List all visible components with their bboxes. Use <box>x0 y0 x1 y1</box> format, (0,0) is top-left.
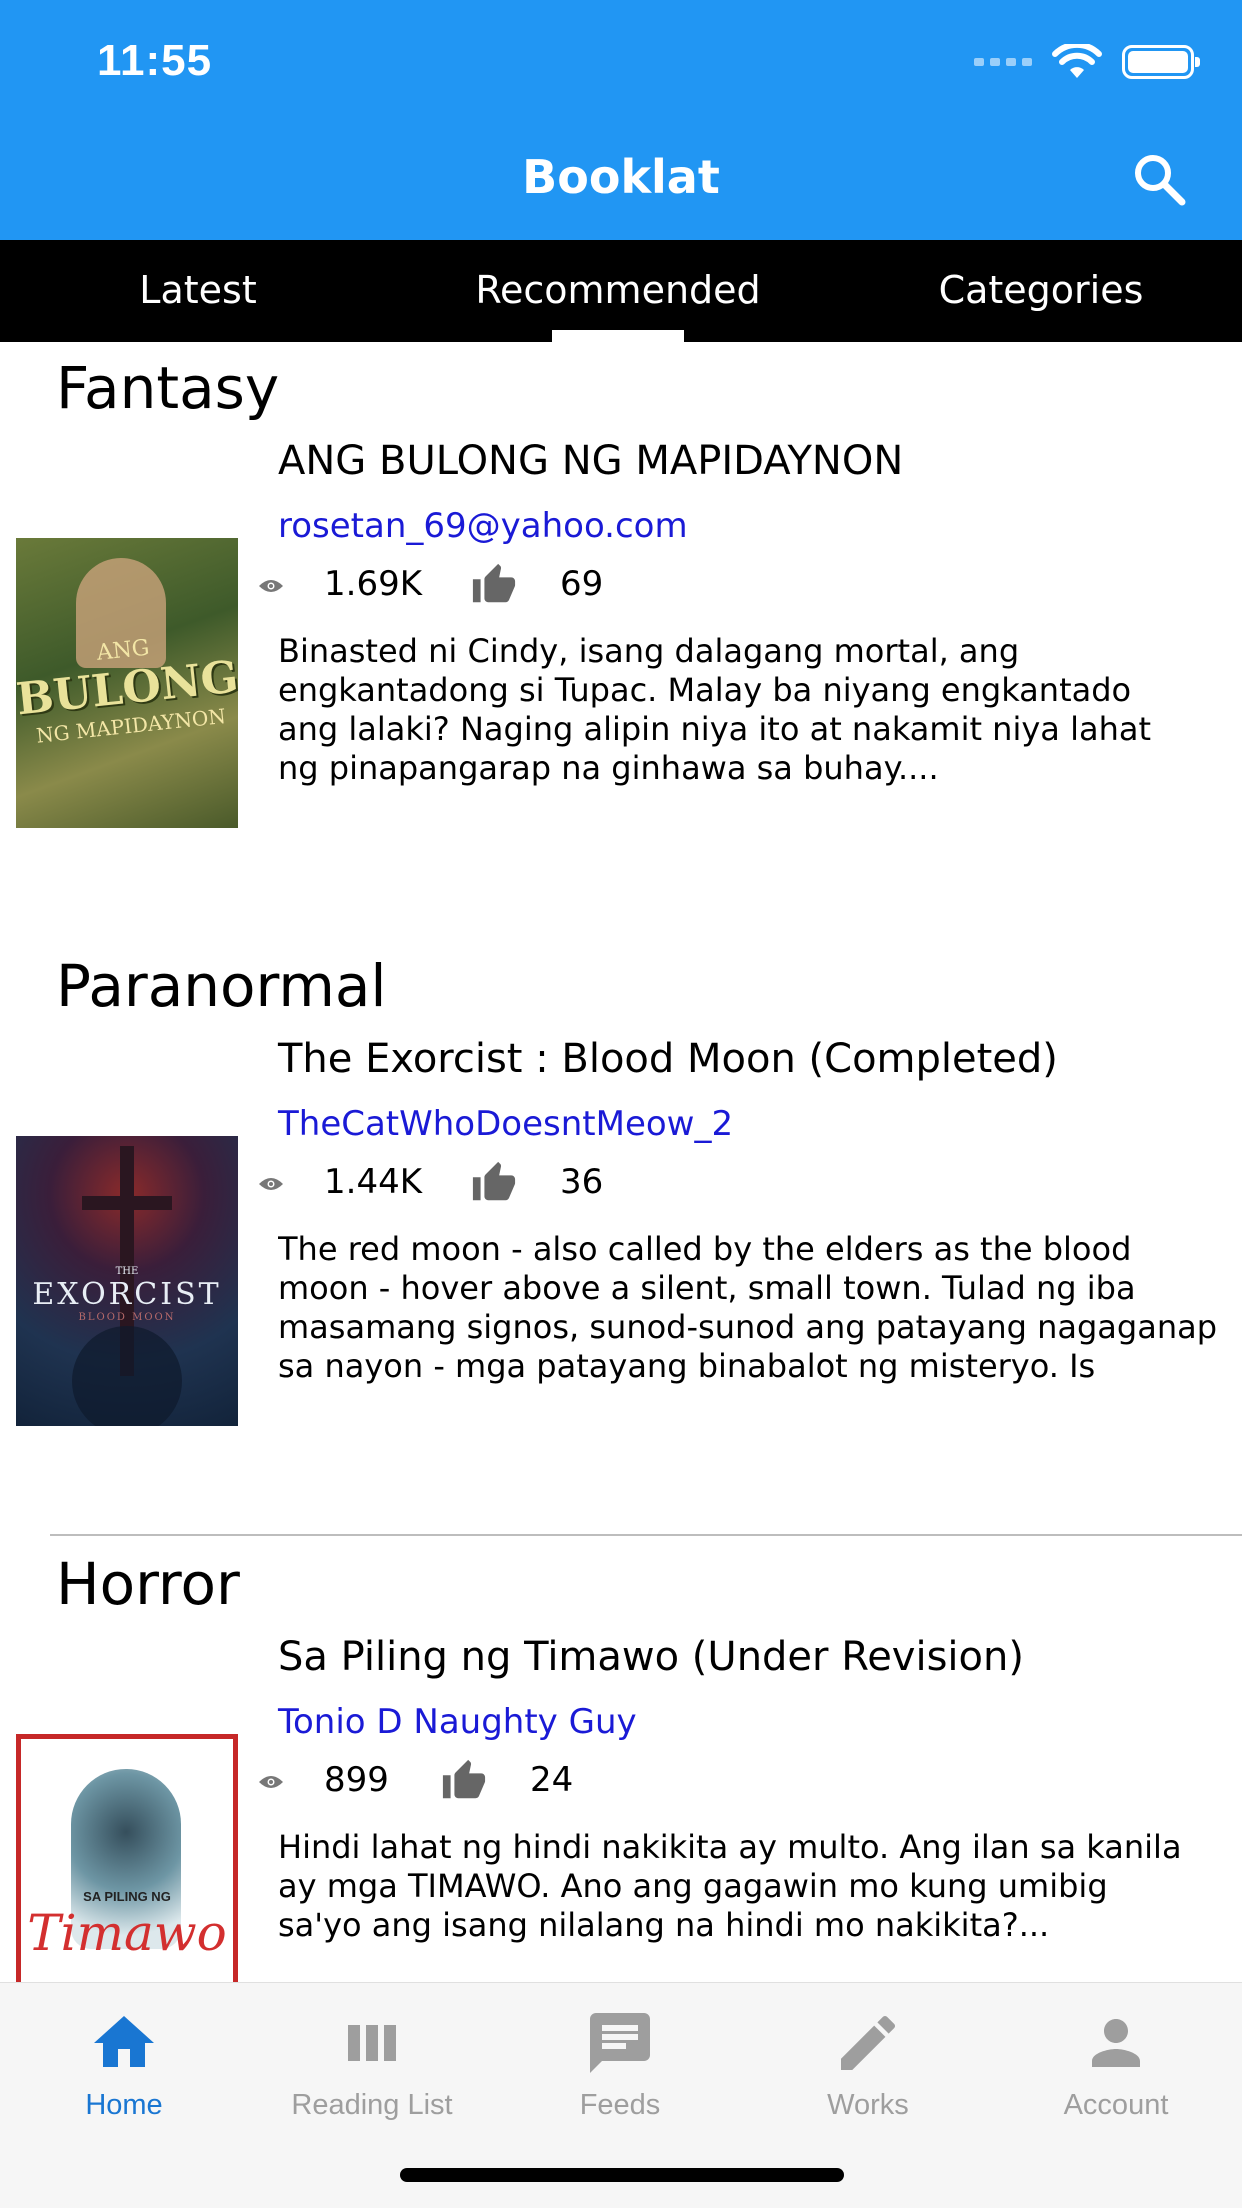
description-line: sa'yo ang isang nilalang na hindi mo nak… <box>278 1906 1050 1944</box>
nav-label: Account <box>1063 2089 1169 2121</box>
tab-categories[interactable]: Categories <box>840 240 1242 342</box>
view-count: 899 <box>324 1760 389 1800</box>
eye-icon <box>259 1178 283 1190</box>
description-line: sa nayon - mga patayang binabalot ng mis… <box>278 1347 1096 1385</box>
nav-account[interactable]: Account <box>992 2007 1240 2122</box>
description-line: ng pinapangarap na ginhawa sa buhay.... <box>278 749 939 787</box>
thumbs-up-icon <box>472 563 516 603</box>
reading-list-icon <box>348 2025 396 2061</box>
home-icon <box>94 2016 154 2067</box>
section-divider <box>50 1534 1242 1536</box>
description-line: The red moon - also called by the elders… <box>278 1230 1132 1268</box>
wifi-icon <box>1052 44 1102 78</box>
recommended-list[interactable]: Fantasy ANG BULONG NG MAPIDAYNON rosetan… <box>0 342 1242 1982</box>
book-stats: 899 24 <box>258 1756 658 1806</box>
account-icon <box>1092 2019 1140 2067</box>
description-line: Hindi lahat ng hindi nakikita ay multo. … <box>278 1828 1182 1866</box>
nav-works[interactable]: Works <box>744 2007 992 2122</box>
book-title[interactable]: ANG BULONG NG MAPIDAYNON <box>278 438 903 484</box>
description-line: ang lalaki? Naging alipin niya ito at na… <box>278 710 1151 748</box>
tab-recommended[interactable]: Recommended <box>396 240 840 342</box>
description-line: masamang signos, sunod-sunod ang patayan… <box>278 1308 1218 1346</box>
book-cover[interactable]: THE EXORCIST BLOOD MOON <box>16 1136 238 1426</box>
view-count: 1.44K <box>324 1162 422 1202</box>
nav-feeds[interactable]: Feeds <box>496 2007 744 2122</box>
thumbs-up-icon <box>472 1161 516 1201</box>
app-bar: 11:55 Booklat <box>0 0 1242 240</box>
cover-text: THE <box>115 1266 139 1277</box>
category-title: Paranormal <box>56 952 387 1020</box>
app-title: Booklat <box>522 150 720 204</box>
battery-icon <box>1122 45 1200 79</box>
eye-icon <box>259 580 283 592</box>
signal-icon <box>974 58 1032 66</box>
book-stats: 1.69K 69 <box>258 560 658 610</box>
tab-indicator <box>552 330 684 342</box>
feeds-icon <box>590 2013 650 2073</box>
tab-bar: Latest Recommended Categories <box>0 240 1242 342</box>
search-button[interactable] <box>1130 150 1190 210</box>
book-author[interactable]: TheCatWhoDoesntMeow_2 <box>278 1104 733 1144</box>
nav-home[interactable]: Home <box>0 2007 248 2122</box>
book-author[interactable]: rosetan_69@yahoo.com <box>278 506 688 546</box>
description-line: Binasted ni Cindy, isang dalagang mortal… <box>278 632 1020 670</box>
nav-reading-list[interactable]: Reading List <box>248 2007 496 2122</box>
home-indicator <box>400 2168 844 2182</box>
like-count: 36 <box>560 1162 604 1202</box>
nav-label: Reading List <box>291 2089 453 2121</box>
book-cover[interactable]: ANG BULONG NG MAPIDAYNON <box>16 538 238 828</box>
book-description: Binasted ni Cindy, isang dalagang mortal… <box>278 632 1242 788</box>
category-section-paranormal: Paranormal The Exorcist : Blood Moon (Co… <box>0 940 1242 1500</box>
book-stats: 1.44K 36 <box>258 1158 658 1208</box>
book-description: The red moon - also called by the elders… <box>278 1230 1242 1386</box>
cover-text: EXORCIST <box>32 1277 222 1312</box>
thumbs-up-icon <box>442 1759 486 1799</box>
like-count: 24 <box>530 1760 574 1800</box>
cover-text: Timawo <box>27 1904 227 1962</box>
eye-icon <box>259 1776 283 1788</box>
book-cover[interactable]: SA PILING NG Timawo <box>16 1734 238 1982</box>
category-title: Horror <box>56 1550 240 1618</box>
nav-label: Home <box>85 2089 163 2121</box>
cover-text: BLOOD MOON <box>78 1312 176 1323</box>
book-author[interactable]: Tonio D Naughty Guy <box>278 1702 637 1742</box>
status-icons <box>974 44 1200 80</box>
description-line: ay mga TIMAWO. Ano ang gagawin mo kung u… <box>278 1867 1108 1905</box>
like-count: 69 <box>560 564 604 604</box>
category-section-fantasy: Fantasy ANG BULONG NG MAPIDAYNON rosetan… <box>0 342 1242 902</box>
view-count: 1.69K <box>324 564 422 604</box>
pencil-icon <box>841 2015 896 2070</box>
category-title: Fantasy <box>56 354 280 422</box>
search-icon <box>1135 155 1186 206</box>
description-line: moon - hover above a silent, small town.… <box>278 1269 1136 1307</box>
description-line: engkantadong si Tupac. Malay ba niyang e… <box>278 671 1132 709</box>
book-title[interactable]: The Exorcist : Blood Moon (Completed) <box>278 1036 1058 1082</box>
nav-label: Works <box>827 2089 909 2121</box>
book-title[interactable]: Sa Piling ng Timawo (Under Revision) <box>278 1634 1024 1680</box>
category-section-horror: Horror Sa Piling ng Timawo (Under Revisi… <box>0 1538 1242 1982</box>
cover-text: SA PILING NG <box>83 1889 171 1904</box>
nav-label: Feeds <box>579 2089 661 2121</box>
status-time: 11:55 <box>97 36 213 85</box>
book-description: Hindi lahat ng hindi nakikita ay multo. … <box>278 1828 1242 1945</box>
tab-latest[interactable]: Latest <box>0 240 396 342</box>
